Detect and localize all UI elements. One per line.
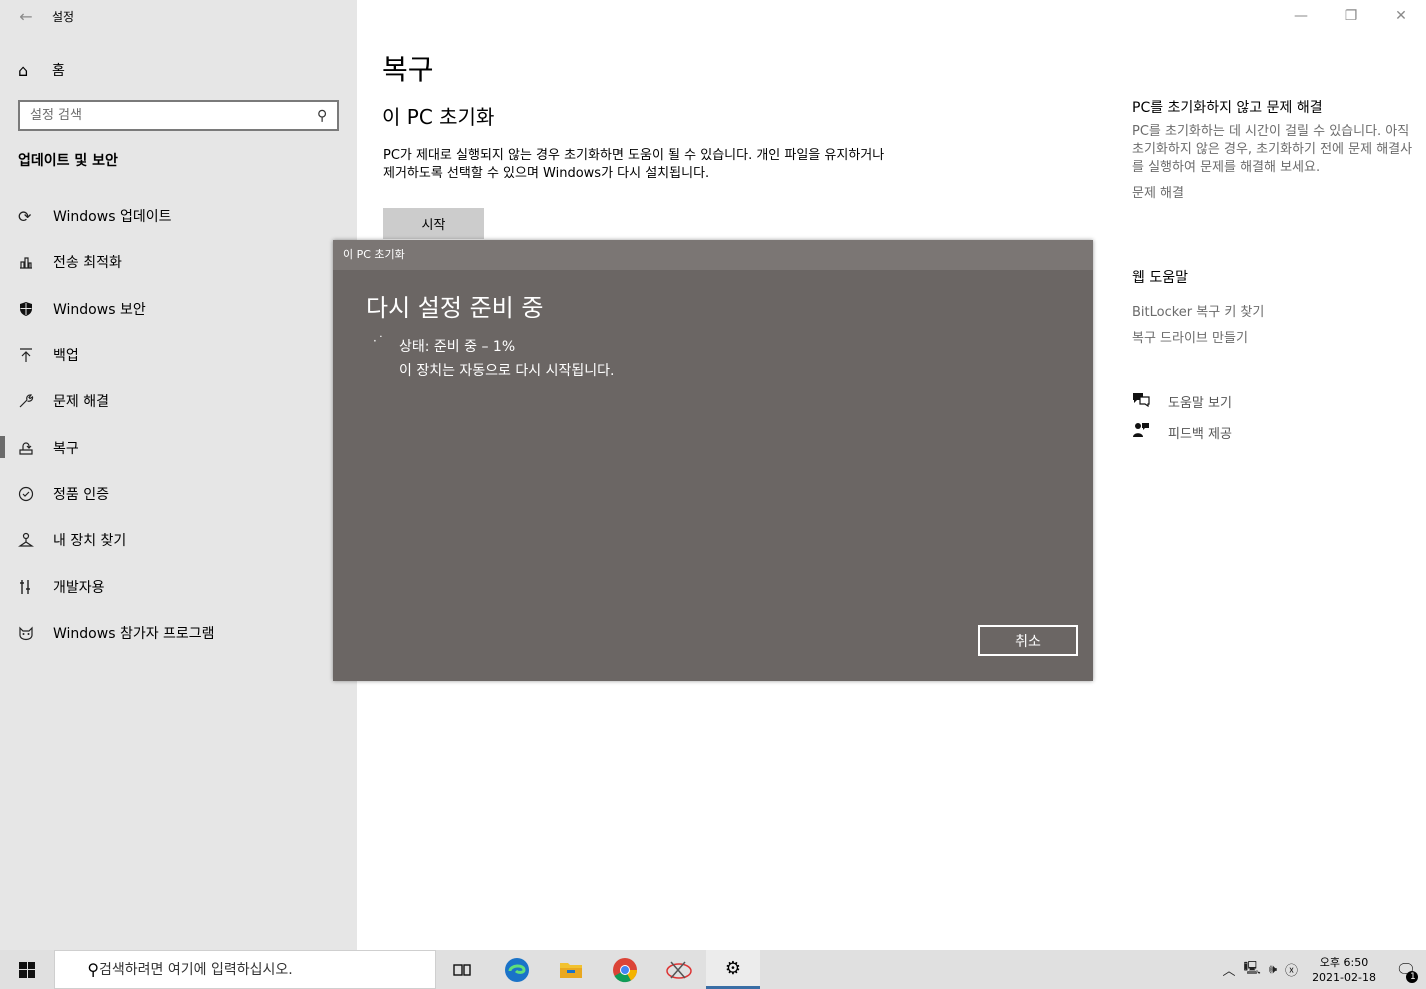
backup-arrow-icon (18, 347, 53, 363)
bitlocker-key-link[interactable]: BitLocker 복구 키 찾기 (1132, 301, 1264, 320)
restore-icon[interactable]: ❐ (1326, 0, 1376, 32)
sidebar-item-label: Windows 업데이트 (53, 209, 172, 226)
section-title: 업데이트 및 보안 (18, 153, 118, 169)
start-button[interactable]: 시작 (383, 208, 484, 239)
home-nav[interactable]: ⌂ 홈 (18, 58, 65, 82)
delivery-optimization-icon (18, 254, 53, 270)
clock[interactable]: 오후 6:50 2021-02-18 (1302, 955, 1386, 985)
notification-badge: 1 (1406, 971, 1418, 983)
feedback-link[interactable]: 피드백 제공 (1132, 421, 1232, 443)
window-controls: — ❐ ✕ (1276, 0, 1426, 32)
sidebar-item-label: 복구 (53, 440, 79, 457)
search-icon[interactable]: ⚲ (317, 108, 327, 124)
cancel-button[interactable]: 취소 (978, 625, 1078, 656)
sidebar-item-label: 개발자용 (53, 579, 105, 596)
clock-time: 오후 6:50 (1319, 955, 1369, 969)
reset-pc-dialog: 이 PC 초기화 다시 설정 준비 중 ·˙ 상태: 준비 중 – 1% 이 장… (333, 240, 1093, 681)
settings-gear-icon[interactable]: ⚙ (706, 950, 760, 989)
chevron-up-icon[interactable]: ︿ (1218, 960, 1239, 979)
snipping-tool-icon[interactable] (652, 950, 706, 989)
chrome-browser-icon[interactable] (598, 950, 652, 989)
sidebar-item-recovery[interactable]: 복구 (0, 424, 357, 470)
home-label: 홈 (52, 63, 65, 79)
dialog-heading: 다시 설정 준비 중 (366, 294, 544, 322)
feedback-person-icon (1132, 421, 1168, 443)
dialog-title: 이 PC 초기화 (333, 240, 1093, 270)
network-icon[interactable]: 🖳 (1240, 959, 1265, 981)
related-text: PC를 초기화하는 데 시간이 걸릴 수 있습니다. 아직 초기화하지 않은 경… (1132, 124, 1413, 175)
check-circle-icon (18, 486, 53, 502)
web-help-title: 웹 도움말 (1132, 270, 1188, 286)
insider-icon (18, 625, 53, 641)
taskbar-search[interactable]: ⚲ (54, 950, 436, 989)
start-button-windows[interactable] (0, 950, 54, 989)
get-help-link[interactable]: 도움말 보기 (1132, 391, 1232, 411)
recovery-drive-link[interactable]: 복구 드라이브 만들기 (1132, 327, 1248, 346)
task-view-icon[interactable] (436, 950, 490, 989)
pen-ink-icon[interactable]: ⓧ (1281, 960, 1302, 979)
related-title: PC를 초기화하지 않고 문제 해결 (1132, 100, 1323, 116)
get-help-label: 도움말 보기 (1168, 395, 1232, 411)
sidebar-item-windows-security[interactable]: Windows 보안 (0, 286, 357, 332)
find-device-icon (18, 532, 53, 548)
sidebar-item-label: 정품 인증 (53, 486, 109, 503)
progress-spinner-icon: ·˙ (373, 334, 385, 348)
notification-center-icon[interactable]: 🗨 1 (1386, 960, 1426, 983)
dialog-status: 상태: 준비 중 – 1% (399, 339, 516, 355)
title-bar: ← 설정 (0, 0, 357, 32)
sidebar-item-label: 문제 해결 (53, 394, 109, 411)
sidebar-item-find-my-device[interactable]: 내 장치 찾기 (0, 517, 357, 563)
dialog-note: 이 장치는 자동으로 다시 시작됩니다. (399, 363, 615, 379)
sidebar-item-backup[interactable]: 백업 (0, 332, 357, 378)
taskbar: ⚲ ⚙ ︿ 🖳 🕪 ⓧ 오후 6:50 2021-02-18 🗨1 (0, 950, 1426, 989)
search-icon: ⚲ (87, 960, 99, 979)
clock-date: 2021-02-18 (1312, 970, 1376, 984)
feedback-label: 피드백 제공 (1168, 426, 1232, 442)
sidebar-item-troubleshoot[interactable]: 문제 해결 (0, 378, 357, 424)
volume-icon[interactable]: 🕪 (1265, 962, 1281, 977)
back-arrow-icon[interactable]: ← (0, 7, 52, 26)
recovery-icon (18, 440, 53, 456)
sidebar-item-label: 백업 (53, 348, 79, 365)
sidebar-item-label: 내 장치 찾기 (53, 533, 127, 550)
windows-logo-icon (19, 961, 35, 978)
minimize-icon[interactable]: — (1276, 0, 1326, 32)
sidebar-item-windows-update[interactable]: ⟳ Windows 업데이트 (0, 193, 357, 239)
sidebar-nav: ⟳ Windows 업데이트 전송 최적화 Windows 보안 백업 문제 해… (0, 193, 357, 656)
shield-icon (18, 301, 53, 317)
section-heading: 이 PC 초기화 (382, 105, 495, 129)
system-tray: ︿ 🖳 🕪 ⓧ 오후 6:50 2021-02-18 🗨 1 (1218, 950, 1426, 989)
section-description: PC가 제대로 실행되지 않는 경우 초기화하면 도움이 될 수 있습니다. 개… (383, 148, 885, 181)
related-panel: PC를 초기화하지 않고 문제 해결 PC를 초기화하는 데 시간이 걸릴 수 … (1132, 97, 1422, 201)
sidebar-item-label: 전송 최적화 (53, 255, 122, 272)
taskbar-apps: ⚙ (436, 950, 760, 989)
sidebar-item-insider-program[interactable]: Windows 참가자 프로그램 (0, 610, 357, 656)
settings-search-input[interactable] (30, 108, 317, 123)
chat-help-icon (1132, 391, 1168, 411)
sync-icon: ⟳ (18, 206, 32, 226)
close-icon[interactable]: ✕ (1376, 0, 1426, 32)
sidebar-item-label: Windows 참가자 프로그램 (53, 625, 215, 642)
sidebar-item-delivery-optimization[interactable]: 전송 최적화 (0, 239, 357, 285)
troubleshoot-link[interactable]: 문제 해결 (1132, 182, 1422, 201)
file-explorer-icon[interactable] (544, 950, 598, 989)
sidebar-item-label: Windows 보안 (53, 301, 146, 318)
edge-browser-icon[interactable] (490, 950, 544, 989)
taskbar-search-input[interactable] (99, 961, 435, 978)
settings-search-box[interactable]: ⚲ (18, 100, 339, 131)
app-title: 설정 (52, 9, 75, 24)
sidebar-item-developers[interactable]: 개발자용 (0, 563, 357, 609)
home-icon: ⌂ (18, 60, 29, 80)
settings-sidebar: ← 설정 ⌂ 홈 ⚲ 업데이트 및 보안 ⟳ Windows 업데이트 전송 최… (0, 0, 357, 950)
wrench-icon (18, 393, 53, 409)
sidebar-item-activation[interactable]: 정품 인증 (0, 471, 357, 517)
page-title: 복구 (382, 53, 434, 86)
developer-icon (18, 579, 53, 595)
